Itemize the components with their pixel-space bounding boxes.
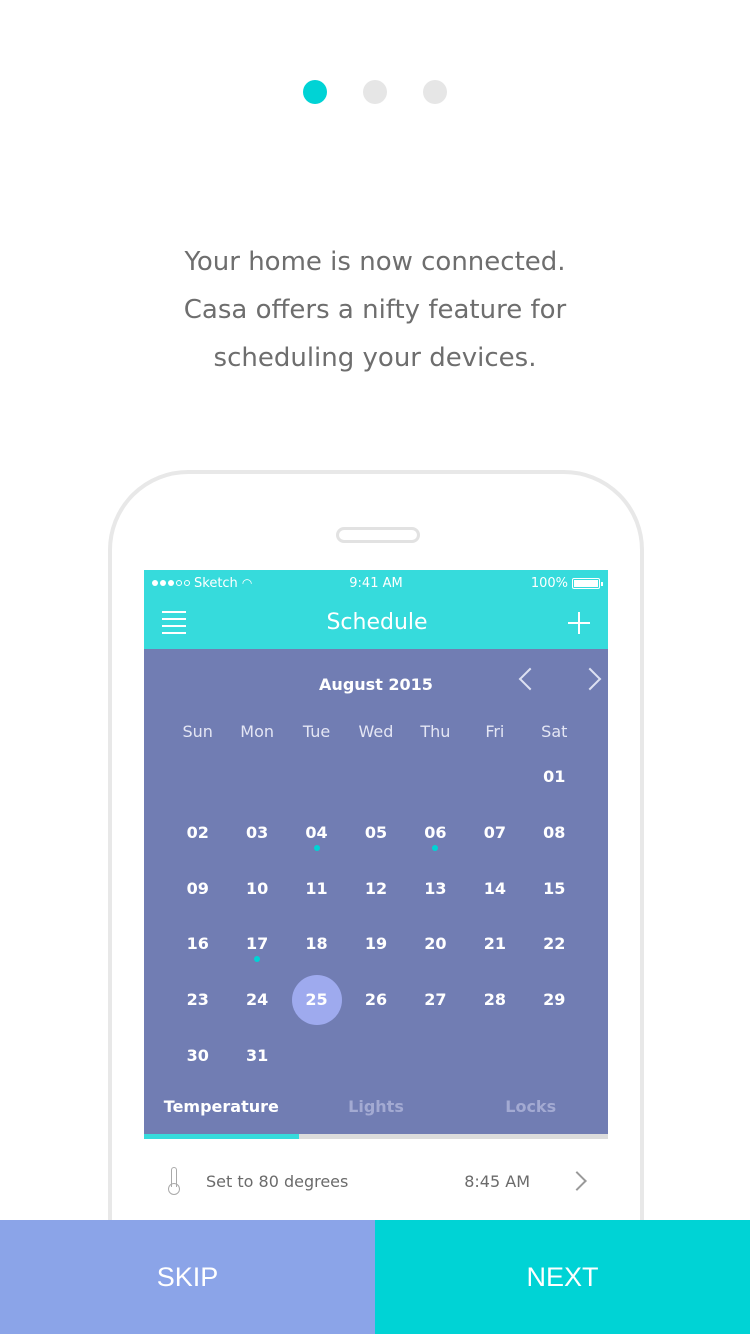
calendar-day[interactable]: 24	[232, 975, 282, 1025]
weekday-label: Wed	[358, 721, 394, 741]
calendar-day[interactable]: 12	[351, 863, 401, 913]
phone-screen: Sketch ◠ 9:41 AM 100% Schedule August 20…	[144, 570, 608, 1220]
weekday-label: Mon	[240, 721, 274, 741]
event-dot	[254, 955, 261, 962]
add-icon[interactable]	[567, 611, 590, 634]
calendar-week: 09 10 11 12 13 14 15	[144, 860, 608, 916]
wifi-icon: ◠	[241, 576, 253, 590]
calendar-day[interactable]: 27	[410, 975, 460, 1025]
calendar-day[interactable]: 13	[410, 863, 460, 913]
calendar-day[interactable]: 04	[292, 808, 342, 858]
calendar-week: 02 03 04 05 06 07 08	[144, 805, 608, 861]
app-bar-title: Schedule	[326, 610, 428, 635]
calendar: August 2015 Sun Mon Tue Wed Thu Fri Sat	[144, 649, 608, 1139]
tab-locks[interactable]: Locks	[453, 1083, 608, 1139]
calendar-day[interactable]: 23	[173, 975, 223, 1025]
tab-temperature[interactable]: Temperature	[144, 1083, 299, 1139]
schedule-list-item[interactable]: Set to 80 degrees 8:45 AM	[144, 1139, 608, 1220]
calendar-day[interactable]: 18	[292, 919, 342, 969]
calendar-day[interactable]: 15	[529, 863, 579, 913]
calendar-day[interactable]: 10	[232, 863, 282, 913]
weekday-label: Sun	[182, 721, 213, 741]
tab-lights[interactable]: Lights	[298, 1083, 454, 1139]
page-dot-1[interactable]	[303, 80, 327, 104]
calendar-day[interactable]: 11	[292, 863, 342, 913]
page-indicator	[0, 80, 750, 104]
menu-icon[interactable]	[162, 611, 186, 634]
calendar-day[interactable]: 06	[410, 808, 460, 858]
tab-indicator	[453, 1134, 608, 1139]
intro-line-2: Casa offers a nifty feature for	[183, 295, 567, 325]
intro-line-1: Your home is now connected.	[184, 247, 566, 277]
phone-speaker	[336, 527, 420, 543]
calendar-week: 01	[144, 749, 608, 805]
calendar-day[interactable]: 29	[529, 975, 579, 1025]
event-dot	[432, 844, 439, 851]
carrier-label: Sketch	[194, 575, 238, 591]
calendar-header: August 2015	[144, 649, 608, 719]
calendar-day[interactable]: 02	[173, 808, 223, 858]
calendar-day[interactable]: 30	[173, 1030, 223, 1080]
next-button[interactable]: NEXT	[375, 1220, 750, 1334]
calendar-week: 16 17 18 19 20 21 22	[144, 916, 608, 972]
calendar-day[interactable]: 05	[351, 808, 401, 858]
page-dot-2[interactable]	[363, 80, 387, 104]
calendar-day[interactable]: 31	[232, 1030, 282, 1080]
calendar-day[interactable]: 17	[232, 919, 282, 969]
calendar-week: 23 24 25 26 27 28 29	[144, 972, 608, 1028]
calendar-day[interactable]: 01	[529, 752, 579, 802]
calendar-day[interactable]: 07	[470, 808, 520, 858]
weekday-label: Fri	[485, 721, 505, 741]
tab-indicator	[298, 1134, 454, 1139]
calendar-day[interactable]: 28	[470, 975, 520, 1025]
skip-button[interactable]: SKIP	[0, 1220, 375, 1334]
intro-line-3: scheduling your devices.	[213, 343, 537, 373]
battery-icon	[572, 577, 603, 589]
battery-percent: 100%	[530, 575, 568, 591]
weekday-label: Sat	[541, 721, 568, 741]
chevron-right-icon	[567, 1171, 587, 1191]
status-bar: Sketch ◠ 9:41 AM 100%	[144, 570, 608, 596]
schedule-item-time: 8:45 AM	[464, 1171, 530, 1191]
calendar-grid: 01 02 03 04 05 06 07 08 09 10 11 12 13 1…	[144, 749, 608, 1083]
thermometer-icon	[168, 1167, 180, 1195]
next-month-icon[interactable]	[578, 667, 602, 691]
signal-icon	[152, 580, 190, 586]
app-bar: Schedule	[144, 596, 608, 649]
prev-month-icon[interactable]	[518, 667, 542, 691]
weekday-row: Sun Mon Tue Wed Thu Fri Sat	[144, 719, 608, 743]
calendar-day[interactable]: 25	[291, 974, 342, 1025]
calendar-day[interactable]: 19	[351, 919, 401, 969]
intro-text: Your home is now connected. Casa offers …	[0, 238, 750, 382]
tab-indicator	[144, 1134, 299, 1139]
calendar-day[interactable]: 21	[470, 919, 520, 969]
schedule-item-text: Set to 80 degrees	[206, 1171, 349, 1191]
calendar-day[interactable]: 03	[232, 808, 282, 858]
onboarding-buttons: SKIP NEXT	[0, 1220, 750, 1334]
calendar-day[interactable]: 09	[173, 863, 223, 913]
calendar-day[interactable]: 26	[351, 975, 401, 1025]
weekday-label: Tue	[302, 721, 331, 741]
calendar-day[interactable]: 14	[470, 863, 520, 913]
event-dot	[313, 844, 320, 851]
page-dot-3[interactable]	[423, 80, 447, 104]
month-label: August 2015	[319, 674, 433, 694]
calendar-day[interactable]: 08	[529, 808, 579, 858]
weekday-label: Thu	[420, 721, 451, 741]
calendar-week: 30 31	[144, 1027, 608, 1083]
battery-fill	[574, 579, 598, 587]
calendar-day[interactable]: 20	[410, 919, 460, 969]
category-tabs: Temperature Lights Locks	[144, 1083, 608, 1139]
calendar-day[interactable]: 16	[173, 919, 223, 969]
calendar-day[interactable]: 22	[529, 919, 579, 969]
